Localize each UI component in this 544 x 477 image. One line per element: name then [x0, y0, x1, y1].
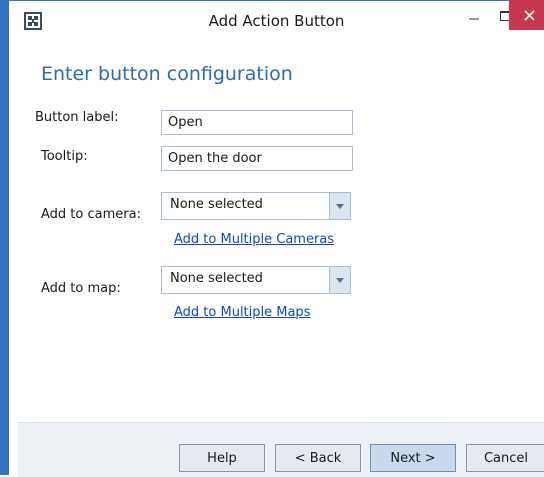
- back-button[interactable]: < Back: [275, 444, 361, 472]
- map-label: Add to map:: [41, 281, 121, 296]
- map-select[interactable]: None selected: [161, 266, 351, 294]
- tooltip-label: Tooltip:: [41, 149, 88, 164]
- camera-dropdown-button[interactable]: [329, 193, 350, 219]
- chevron-down-icon: [336, 203, 344, 209]
- chevron-down-icon: [336, 277, 344, 283]
- tooltip-input[interactable]: Open the door: [161, 146, 353, 171]
- button-label-input[interactable]: Open: [161, 110, 353, 135]
- camera-select[interactable]: None selected: [161, 192, 351, 220]
- title-bar[interactable]: Add Action Button: [9, 0, 544, 41]
- camera-label: Add to camera:: [41, 207, 141, 222]
- add-multiple-maps-link[interactable]: Add to Multiple Maps: [174, 305, 310, 320]
- button-label-label: Button label:: [35, 110, 119, 125]
- minimize-button[interactable]: [459, 1, 489, 31]
- add-multiple-cameras-link[interactable]: Add to Multiple Cameras: [174, 232, 334, 247]
- map-dropdown-button[interactable]: [329, 267, 350, 293]
- map-select-value: None selected: [170, 271, 263, 286]
- close-button[interactable]: [509, 0, 544, 30]
- page-heading: Enter button configuration: [41, 63, 293, 85]
- dialog-window: Add Action Button Enter button configura…: [0, 0, 544, 477]
- next-button[interactable]: Next >: [370, 444, 456, 472]
- help-button[interactable]: Help: [179, 444, 265, 472]
- cancel-button[interactable]: Cancel: [466, 444, 544, 472]
- close-icon: [523, 9, 535, 21]
- minimize-icon: [469, 18, 479, 20]
- dialog-content: Enter button configuration Button label:…: [18, 41, 544, 422]
- camera-select-value: None selected: [170, 197, 263, 212]
- dialog-footer: Help < Back Next > Cancel: [18, 422, 544, 477]
